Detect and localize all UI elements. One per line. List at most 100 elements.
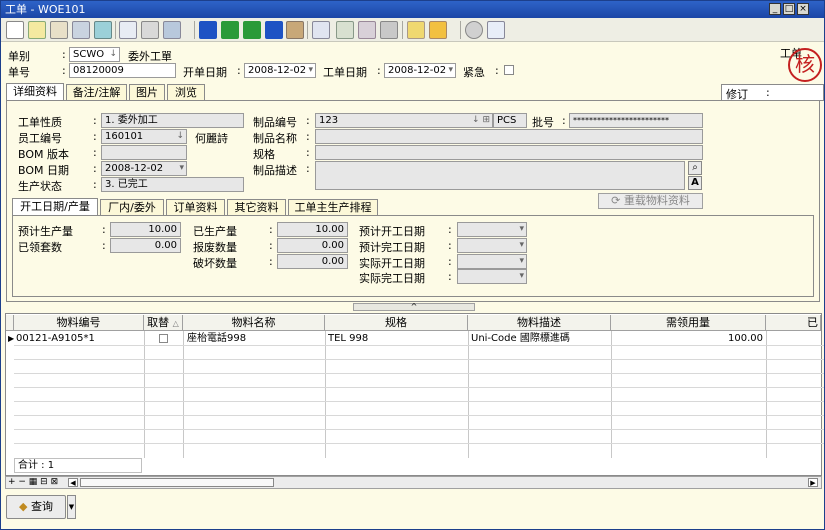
list-icon[interactable] — [380, 21, 398, 39]
first-record-icon[interactable] — [199, 21, 217, 39]
query-dropdown-button[interactable]: ▼ — [67, 495, 76, 519]
product-desc-label: 制品描述 — [253, 164, 297, 177]
subtab-inhouse-outsource[interactable]: 厂内/委外 — [100, 199, 164, 216]
tab-details[interactable]: 详细资料 — [6, 83, 64, 101]
doc-no-label: 单号 — [8, 66, 30, 79]
export-icon[interactable] — [163, 21, 181, 39]
query-icon: ◆ — [19, 500, 28, 513]
grid-column-line — [468, 331, 469, 458]
delete-icon[interactable] — [72, 21, 90, 39]
table-row[interactable]: ▶ 00121-A9105*1 座枱電話998 TEL 998 Uni-Code… — [6, 332, 824, 346]
plan-qty-label: 预计生产量 — [18, 225, 73, 238]
edit-icon[interactable] — [50, 21, 68, 39]
subtab-other-info[interactable]: 其它资料 — [227, 199, 286, 216]
colon: : — [562, 114, 566, 127]
work-date-field[interactable]: 2008-12-02 ▾ — [384, 63, 456, 78]
toolbar-separator — [307, 21, 308, 39]
colon: : — [269, 255, 273, 268]
colon: : — [306, 130, 310, 143]
new-icon[interactable] — [6, 21, 24, 39]
column-header-spec[interactable]: 规格 — [325, 315, 468, 331]
dropdown-icon: ↓ — [109, 49, 117, 59]
copy-icon[interactable] — [312, 21, 330, 39]
toolbar — [1, 18, 824, 42]
tab-images-label: 图片 — [136, 86, 158, 99]
column-header-item-name[interactable]: 物料名称 — [183, 315, 325, 331]
scroll-left-icon[interactable]: ◀ — [68, 478, 78, 487]
undo-icon[interactable] — [465, 21, 483, 39]
approval-stamp: 核 — [788, 48, 822, 82]
open-date-field[interactable]: 2008-12-02 ▾ — [244, 63, 316, 78]
doc-type-field[interactable]: SCWO ↓ — [69, 47, 120, 62]
tree-icon[interactable] — [336, 21, 354, 39]
close-form-icon[interactable] — [487, 21, 505, 39]
close-button[interactable]: × — [797, 3, 809, 15]
print-icon[interactable] — [141, 21, 159, 39]
grid-nav-icons[interactable]: + − ▦ ⊟ ⊠ — [8, 477, 58, 487]
grid-column-line — [325, 331, 326, 458]
colon: : — [448, 223, 452, 236]
minimize-button[interactable]: _ — [769, 3, 781, 15]
colon: : — [448, 255, 452, 268]
column-header-issued[interactable]: 已 — [766, 315, 821, 331]
dropdown-icon: ↓ — [176, 131, 184, 141]
attachment-icon[interactable] — [286, 21, 304, 39]
column-header-required-qty-label: 需领用量 — [666, 316, 710, 329]
maximize-button[interactable]: □ — [783, 3, 795, 15]
damage-field: 0.00 — [277, 254, 348, 269]
dropdown-icon: ▾ — [308, 65, 313, 75]
open-search-icon[interactable] — [28, 21, 46, 39]
tab-remarks[interactable]: 备注/注解 — [66, 84, 127, 101]
scroll-thumb[interactable] — [80, 478, 274, 487]
search-icon[interactable]: ⌕ — [688, 161, 702, 175]
doc-no-value: 08120009 — [73, 65, 124, 76]
previous-record-icon[interactable] — [221, 21, 239, 39]
spec-field — [315, 145, 703, 160]
colon: : — [93, 130, 97, 143]
last-record-icon[interactable] — [265, 21, 283, 39]
tab-images[interactable]: 图片 — [129, 84, 165, 101]
toolbar-separator — [115, 21, 116, 39]
refresh-icon[interactable] — [94, 21, 112, 39]
column-header-description[interactable]: 物料描述 — [468, 315, 611, 331]
wizard-icon[interactable] — [429, 21, 447, 39]
subtab-master-schedule[interactable]: 工单主生产排程 — [288, 199, 378, 216]
subtab-start-date-output[interactable]: 开工日期/产量 — [12, 198, 98, 216]
substitute-checkbox[interactable] — [159, 334, 168, 343]
subtab-order-info[interactable]: 订单资料 — [166, 199, 225, 216]
column-header-substitute[interactable]: 取替 △ — [144, 315, 183, 331]
plan-qty-field: 10.00 — [110, 222, 181, 237]
tab-browse[interactable]: 浏览 — [167, 84, 205, 101]
collapse-splitter[interactable]: ^ — [353, 303, 475, 311]
clipboard-icon[interactable] — [407, 21, 425, 39]
font-icon[interactable]: A — [688, 176, 702, 190]
employee-name: 何麗詩 — [195, 132, 228, 145]
dropdown-icon: ↓ ⊞ — [472, 115, 490, 125]
column-header-required-qty[interactable]: 需领用量 — [611, 315, 766, 331]
produced-label: 已生产量 — [193, 225, 237, 238]
product-name-field — [315, 129, 703, 144]
colon: : — [495, 64, 499, 77]
description-cell: Uni-Code 國際標進碼 — [471, 333, 570, 344]
urgent-checkbox[interactable] — [504, 65, 514, 75]
scroll-right-icon[interactable]: ▶ — [808, 478, 818, 487]
employee-field: 160101 ↓ — [101, 129, 187, 144]
plan-end-field: ▾ — [457, 238, 527, 253]
horizontal-scrollbar[interactable]: + − ▦ ⊟ ⊠ ◀ ▶ — [5, 476, 822, 489]
toolbar-separator — [460, 21, 461, 39]
column-header-substitute-label: 取替 — [147, 316, 170, 329]
column-header-item-no-label: 物料编号 — [56, 316, 101, 329]
batch-label: 批号 — [532, 116, 554, 129]
toolbar-separator — [194, 21, 195, 39]
reload-materials-button[interactable]: ⟳ 重载物料资料 — [598, 193, 703, 209]
work-date-value: 2008-12-02 — [388, 65, 447, 76]
nature-value: 1. 委外加工 — [105, 115, 158, 126]
query-button[interactable]: ◆ 查询 — [6, 495, 66, 519]
column-header-item-no[interactable]: 物料编号 — [14, 315, 144, 331]
doc-no-field[interactable]: 08120009 — [69, 63, 176, 78]
product-no-value: 123 — [319, 115, 339, 126]
preview-icon[interactable] — [119, 21, 137, 39]
grid-row-line — [14, 415, 824, 416]
tree-delete-icon[interactable] — [358, 21, 376, 39]
next-record-icon[interactable] — [243, 21, 261, 39]
